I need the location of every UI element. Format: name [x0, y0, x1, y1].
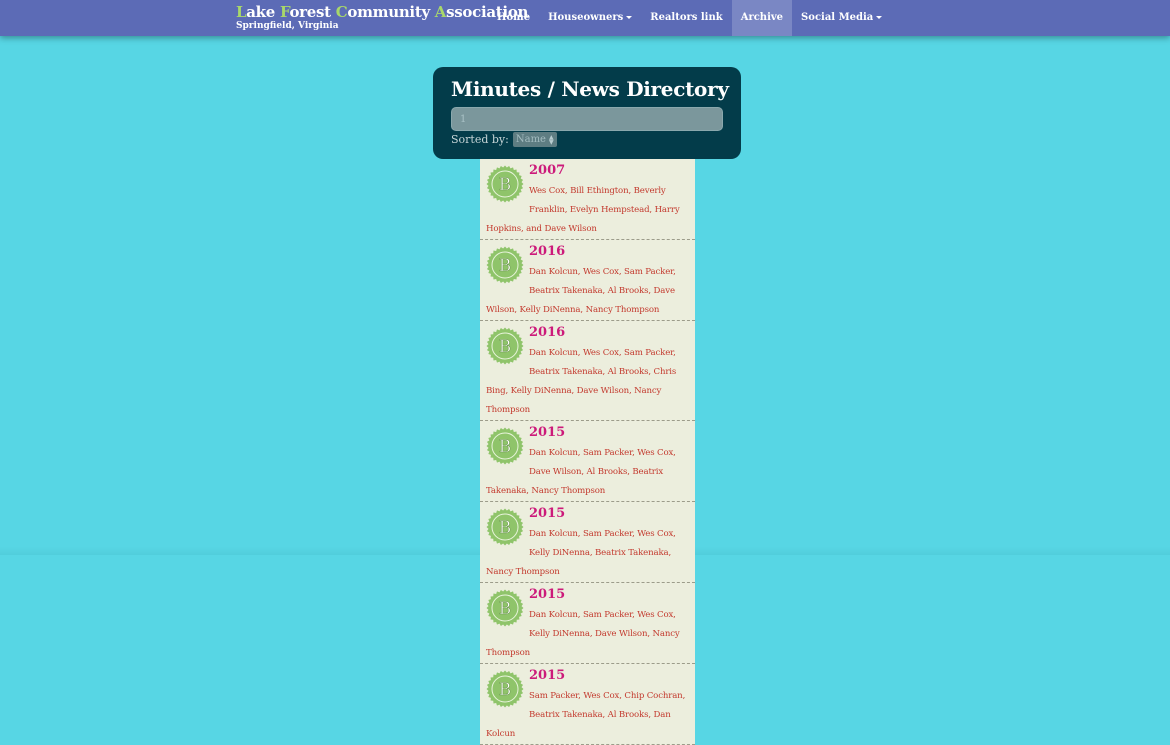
page-title: Minutes / News Directory: [451, 77, 729, 101]
site-subtitle: Springfield, Virginia: [236, 21, 339, 31]
site-brand[interactable]: Lake Forest Community Association Spring…: [236, 3, 528, 32]
seal-badge-icon: B: [486, 165, 524, 203]
caret-down-icon: [626, 16, 633, 19]
badge-letter: B: [499, 175, 512, 195]
list-item[interactable]: B 2016 Dan Kolcun, Wes Cox, Sam Packer, Be…: [480, 321, 695, 421]
site-title-word: ake: [246, 3, 280, 21]
nav-social-media-label: Social Media: [801, 12, 874, 23]
nav-realtors-label: Realtors link: [650, 12, 723, 23]
sort-select[interactable]: Name ▲ ▼: [512, 132, 557, 147]
site-title-word: ommunity: [347, 3, 435, 21]
site-title: Lake Forest Community Association: [236, 3, 528, 21]
nav-houseowners-label: Houseowners: [548, 12, 624, 23]
nav-archive-label: Archive: [740, 12, 784, 23]
nav-home[interactable]: Home: [488, 0, 539, 36]
nav-archive[interactable]: Archive: [731, 0, 793, 36]
seal-badge-icon: B: [486, 508, 524, 546]
list-item[interactable]: B 2015 Dan Kolcun, Sam Packer, Wes Cox, Da…: [480, 421, 695, 502]
seal-badge-icon: B: [486, 327, 524, 365]
seal-badge-icon: B: [486, 670, 524, 708]
site-title-initial: A: [434, 3, 447, 21]
sort-select-value: Name: [515, 134, 546, 145]
badge-letter: B: [499, 680, 512, 700]
list-item[interactable]: B 2016 Dan Kolcun, Wes Cox, Sam Packer, Be…: [480, 240, 695, 321]
list-item[interactable]: B 2015 Dan Kolcun, Sam Packer, Wes Cox, Ke…: [480, 583, 695, 664]
sort-control: Sorted by: Name ▲ ▼: [451, 132, 557, 147]
seal-badge-icon: B: [486, 427, 524, 465]
site-title-word: orest: [289, 3, 336, 21]
badge-letter: B: [499, 437, 512, 457]
nav-realtors-link[interactable]: Realtors link: [641, 0, 731, 36]
directory-search-input[interactable]: [451, 107, 723, 131]
top-navbar: Lake Forest Community Association Spring…: [0, 0, 1170, 36]
main-nav: Home Houseowners Realtors link Archive S…: [488, 0, 891, 36]
list-item[interactable]: B 2015 Sam Packer, Wes Cox, Chip Cochran, …: [480, 664, 695, 745]
list-item[interactable]: B 2007 Wes Cox, Bill Ethington, Beverly Fr…: [480, 159, 695, 240]
badge-letter: B: [499, 599, 512, 619]
list-item[interactable]: B 2015 Dan Kolcun, Sam Packer, Wes Cox, Ke…: [480, 502, 695, 583]
badge-letter: B: [499, 518, 512, 538]
nav-houseowners[interactable]: Houseowners: [539, 0, 641, 36]
sort-label: Sorted by:: [451, 133, 509, 146]
minutes-list: B 2007 Wes Cox, Bill Ethington, Beverly Fr…: [480, 159, 695, 745]
badge-letter: B: [499, 337, 512, 357]
site-title-initial: L: [236, 3, 247, 21]
directory-header-panel: Minutes / News Directory Sorted by: Name…: [433, 67, 741, 159]
caret-down-icon: [876, 16, 883, 19]
nav-home-label: Home: [497, 12, 531, 23]
seal-badge-icon: B: [486, 246, 524, 284]
sort-arrows-icon: ▲ ▼: [548, 133, 554, 146]
badge-letter: B: [499, 256, 512, 276]
nav-social-media[interactable]: Social Media: [792, 0, 891, 36]
seal-badge-icon: B: [486, 589, 524, 627]
site-title-initial: C: [335, 3, 348, 21]
